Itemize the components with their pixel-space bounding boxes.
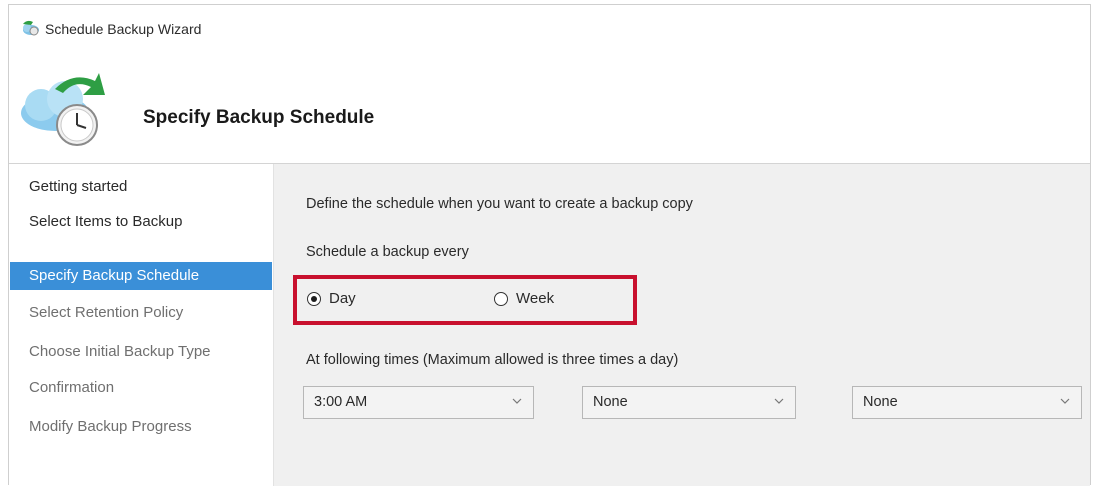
wizard-window: Schedule Backup Wizard Specify Backup Sc…	[8, 4, 1091, 486]
page-heading: Specify Backup Schedule	[143, 107, 375, 128]
backup-cloud-icon	[23, 20, 39, 36]
radio-day-label: Day	[329, 290, 356, 307]
nav-step-retention-policy[interactable]: Select Retention Policy	[10, 299, 272, 327]
window-title: Schedule Backup Wizard	[45, 21, 202, 37]
radio-day[interactable]: Day	[307, 290, 356, 307]
chevron-down-icon	[512, 398, 522, 404]
nav-step-select-items[interactable]: Select Items to Backup	[10, 208, 272, 236]
nav-step-confirmation[interactable]: Confirmation	[10, 374, 272, 402]
chevron-down-icon	[1060, 398, 1070, 404]
times-label: At following times (Maximum allowed is t…	[306, 352, 679, 368]
schedule-frequency-label: Schedule a backup every	[306, 244, 469, 260]
nav-step-initial-backup-type[interactable]: Choose Initial Backup Type	[10, 338, 272, 366]
nav-step-modify-progress[interactable]: Modify Backup Progress	[10, 413, 272, 441]
radio-week-indicator[interactable]	[494, 291, 508, 306]
time-select-1-value: 3:00 AM	[314, 394, 368, 410]
time-select-1[interactable]: 3:00 AM	[303, 386, 534, 419]
time-select-3[interactable]: None	[852, 386, 1082, 419]
radio-week-label: Week	[516, 290, 555, 307]
time-select-3-value: None	[863, 394, 898, 410]
title-bar: Schedule Backup Wizard	[9, 5, 1090, 49]
time-select-2[interactable]: None	[582, 386, 796, 419]
wizard-steps-nav: Getting started Select Items to Backup S…	[9, 164, 274, 486]
chevron-down-icon	[774, 398, 784, 404]
cloud-clock-arrow-icon	[21, 73, 105, 146]
radio-day-indicator[interactable]	[307, 291, 321, 306]
radio-week[interactable]: Week	[494, 290, 554, 307]
time-select-2-value: None	[593, 394, 628, 410]
schedule-panel: Define the schedule when you want to cre…	[274, 164, 1090, 486]
nav-step-getting-started[interactable]: Getting started	[10, 173, 272, 201]
schedule-description: Define the schedule when you want to cre…	[306, 196, 693, 212]
wizard-header: Specify Backup Schedule	[9, 49, 1090, 164]
nav-step-specify-schedule[interactable]: Specify Backup Schedule	[10, 262, 272, 290]
